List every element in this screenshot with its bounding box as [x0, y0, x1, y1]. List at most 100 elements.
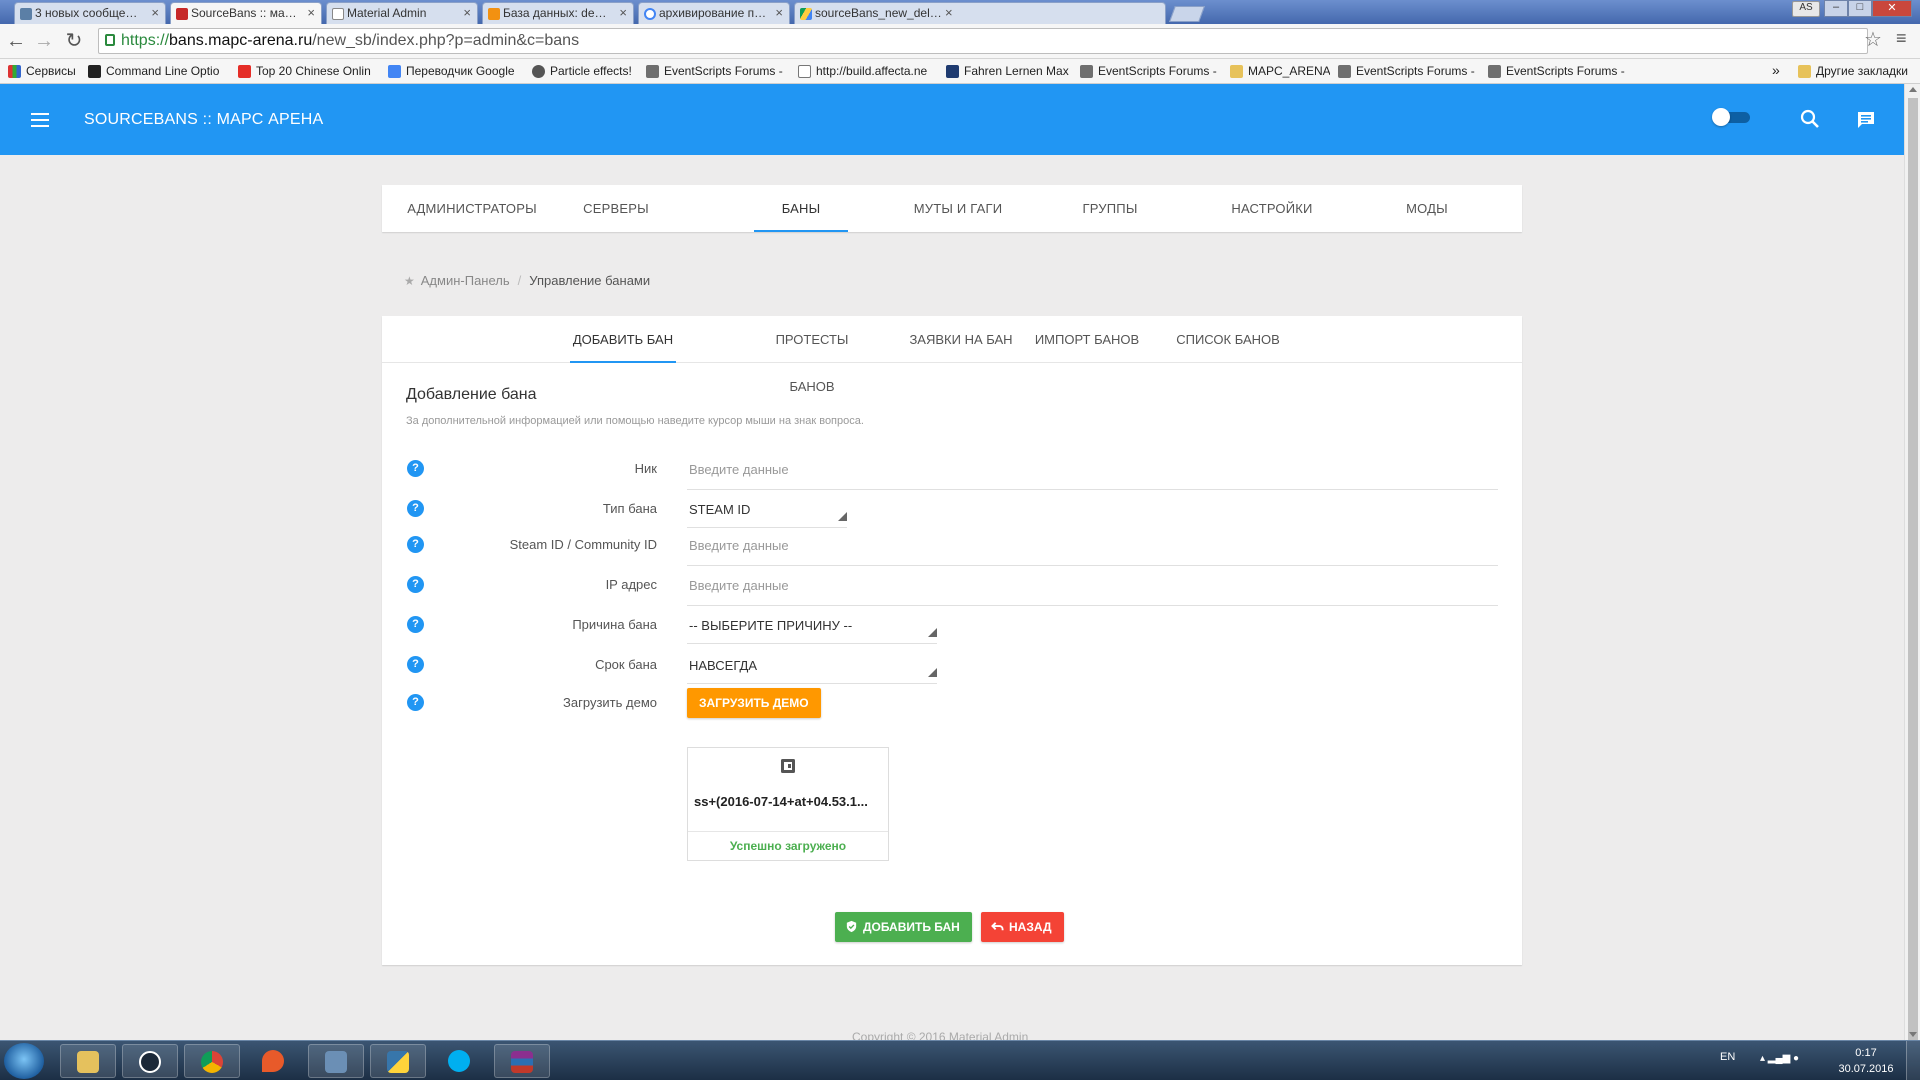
help-icon[interactable]: ? — [407, 694, 424, 711]
ban-type-label: Тип бана — [602, 501, 657, 516]
maximize-icon[interactable]: □ — [1848, 0, 1872, 17]
new-tab-button[interactable] — [1169, 6, 1205, 22]
system-clock[interactable]: 0:17 30.07.2016 — [1836, 1045, 1896, 1077]
tab-ban-protests[interactable]: ПРОТЕСТЫ БАНОВ — [754, 316, 870, 394]
close-icon[interactable]: × — [945, 5, 953, 20]
nav-groups[interactable]: ГРУППЫ — [1062, 185, 1158, 232]
tab-ban-list[interactable]: СПИСОК БАНОВ — [1176, 316, 1280, 363]
window-close-icon[interactable]: ✕ — [1872, 0, 1912, 17]
browser-tab[interactable]: архивирование папки lin × — [638, 2, 790, 24]
reason-select[interactable]: -- ВЫБЕРИТЕ ПРИЧИНУ -- — [687, 614, 937, 644]
nav-mods[interactable]: МОДЫ — [1382, 185, 1472, 232]
bookmark-folder[interactable]: MAPC_ARENA — [1230, 64, 1330, 78]
minimize-icon[interactable]: – — [1824, 0, 1848, 17]
page-icon — [532, 65, 545, 78]
help-icon[interactable]: ? — [407, 460, 424, 477]
winrar-icon[interactable] — [494, 1044, 550, 1078]
python-icon[interactable] — [370, 1044, 426, 1078]
skype-icon[interactable] — [432, 1044, 488, 1078]
close-icon[interactable]: × — [151, 5, 159, 20]
help-icon[interactable]: ? — [407, 536, 424, 553]
network-icon[interactable] — [308, 1044, 364, 1078]
tab-import-bans[interactable]: ИМПОРТ БАНОВ — [1034, 316, 1140, 363]
page-scrollbar[interactable] — [1904, 84, 1920, 1048]
bookmark-item[interactable]: Particle effects! — [532, 64, 638, 78]
help-icon[interactable]: ? — [407, 656, 424, 673]
main-navigation: АДМИНИСТРАТОРЫ СЕРВЕРЫ БАНЫ МУТЫ И ГАГИ … — [382, 185, 1522, 232]
bookmarks-overflow-icon[interactable]: » — [1772, 62, 1780, 78]
chat-icon[interactable] — [1856, 110, 1876, 130]
show-desktop-button[interactable] — [1906, 1041, 1920, 1080]
scroll-up-icon[interactable] — [1909, 87, 1917, 92]
bookmark-item[interactable]: EventScripts Forums - — [1080, 64, 1218, 78]
bookmark-item[interactable]: Top 20 Chinese Onlin — [238, 64, 376, 78]
explorer-icon[interactable] — [60, 1044, 116, 1078]
scrollbar-thumb[interactable] — [1908, 98, 1918, 1048]
steam-icon[interactable] — [122, 1044, 178, 1078]
ban-subtabs: ДОБАВИТЬ БАН ПРОТЕСТЫ БАНОВ ЗАЯВКИ НА БА… — [382, 316, 1522, 394]
bookmark-item[interactable]: Сервисы — [8, 64, 82, 78]
page-icon — [332, 8, 344, 20]
nav-admins[interactable]: АДМИНИСТРАТОРЫ — [394, 185, 550, 232]
bookmark-item[interactable]: Command Line Optio — [88, 64, 226, 78]
browser-tab[interactable]: sourceBans_new_delux – × — [794, 2, 1166, 24]
bookmark-item[interactable]: EventScripts Forums - — [1488, 64, 1626, 78]
field-row-reason: ? Причина бана -- ВЫБЕРИТЕ ПРИЧИНУ -- — [382, 616, 1522, 650]
language-indicator[interactable]: EN — [1720, 1051, 1735, 1063]
bookmark-item[interactable]: EventScripts Forums - — [646, 64, 784, 78]
browser-tab[interactable]: База данных: dev_bd_sb_ × — [482, 2, 634, 24]
browser-tab[interactable]: 3 новых сообщения × — [14, 2, 166, 24]
search-icon[interactable] — [1800, 109, 1820, 129]
forward-arrow-icon[interactable]: → — [32, 29, 56, 53]
bookmark-star-icon[interactable]: ☆ — [1864, 27, 1882, 52]
close-icon[interactable]: × — [619, 5, 627, 20]
steam-id-input[interactable]: Введите данные — [687, 536, 1498, 566]
close-icon[interactable]: × — [775, 5, 783, 20]
nick-input[interactable]: Введите данные — [687, 460, 1498, 490]
hamburger-menu-icon[interactable] — [31, 113, 49, 127]
close-icon[interactable]: × — [307, 5, 315, 20]
bookmark-item[interactable]: Переводчик Google — [388, 64, 522, 78]
chrome-icon[interactable] — [184, 1044, 240, 1078]
bookmark-item[interactable]: Fahren Lernen Max — [946, 64, 1070, 78]
nav-settings[interactable]: НАСТРОЙКИ — [1212, 185, 1332, 232]
browser-tab-strip: 3 новых сообщения × SourceBans :: марс а… — [0, 0, 1920, 24]
other-bookmarks[interactable]: Другие закладки — [1798, 64, 1916, 78]
shield-icon — [846, 920, 857, 933]
drive-icon — [800, 8, 812, 20]
bookmark-item[interactable]: http://build.affecta.ne — [798, 64, 932, 78]
add-ban-button[interactable]: ДОБАВИТЬ БАН — [835, 912, 972, 942]
browser-tab[interactable]: Material Admin × — [326, 2, 478, 24]
bookmark-item[interactable]: EventScripts Forums - — [1338, 64, 1476, 78]
tab-ban-requests[interactable]: ЗАЯВКИ НА БАН — [904, 316, 1018, 363]
help-icon[interactable]: ? — [407, 616, 424, 633]
upload-demo-button[interactable]: ЗАГРУЗИТЬ ДЕМО — [687, 688, 821, 718]
back-arrow-icon[interactable]: ← — [4, 29, 28, 53]
site-brand[interactable]: SOURCEBANS :: МАРС АРЕНА — [84, 111, 323, 129]
tab-add-ban[interactable]: ДОБАВИТЬ БАН — [570, 316, 676, 363]
profile-badge[interactable]: AS — [1792, 1, 1820, 17]
nav-servers[interactable]: СЕРВЕРЫ — [568, 185, 664, 232]
tray-icons[interactable]: ▴ ▂▄▆ ● — [1760, 1053, 1799, 1064]
app-header: SOURCEBANS :: МАРС АРЕНА — [0, 84, 1904, 155]
maps-icon[interactable] — [246, 1044, 302, 1078]
reload-icon[interactable]: ↻ — [62, 29, 86, 53]
breadcrumb-admin-panel[interactable]: Админ-Панель — [421, 273, 510, 288]
forum-icon — [646, 65, 659, 78]
browser-menu-icon[interactable]: ≡ — [1896, 28, 1907, 49]
ban-type-select[interactable]: STEAM ID — [687, 498, 847, 528]
close-icon[interactable]: × — [463, 5, 471, 20]
scroll-down-icon[interactable] — [1909, 1032, 1917, 1037]
browser-tab-active[interactable]: SourceBans :: марс арена × — [170, 2, 322, 24]
breadcrumb: ★ Админ-Панель / Управление банами — [404, 273, 651, 288]
length-select[interactable]: НАВСЕГДА — [687, 654, 937, 684]
nav-mutes-gags[interactable]: МУТЫ И ГАГИ — [902, 185, 1014, 232]
theme-toggle[interactable] — [1712, 108, 1750, 126]
help-icon[interactable]: ? — [407, 500, 424, 517]
nav-bans[interactable]: БАНЫ — [754, 185, 848, 232]
address-bar[interactable]: https://bans.mapc-arena.ru/new_sb/index.… — [98, 28, 1868, 54]
windows-start-icon[interactable] — [4, 1043, 44, 1079]
back-button[interactable]: НАЗАД — [981, 912, 1064, 942]
ip-input[interactable]: Введите данные — [687, 576, 1498, 606]
help-icon[interactable]: ? — [407, 576, 424, 593]
